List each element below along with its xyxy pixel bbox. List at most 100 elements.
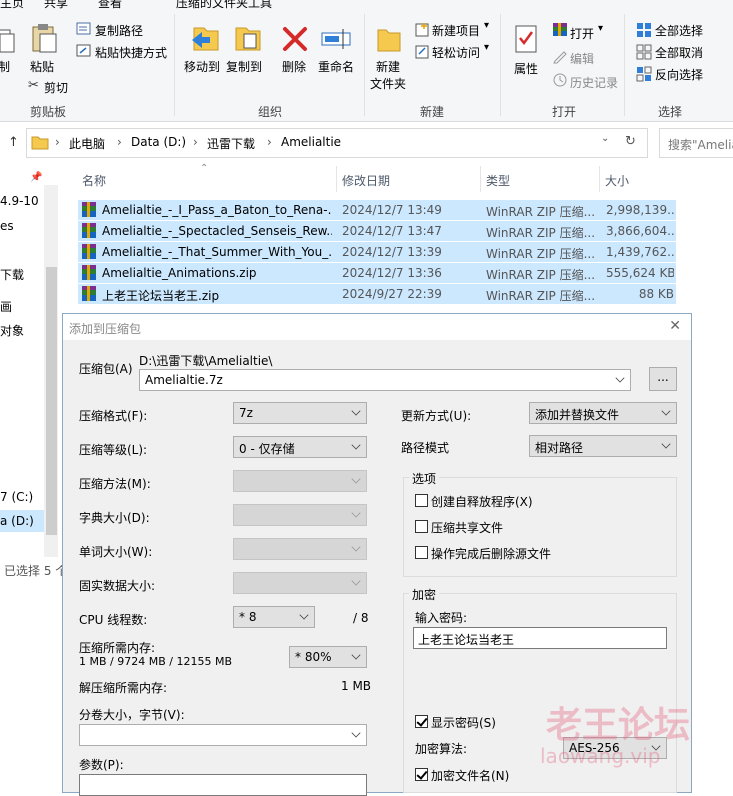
- new-folder-button-line1[interactable]: 新建: [376, 58, 400, 75]
- paste-shortcut-button[interactable]: 粘贴快捷方式: [95, 44, 167, 61]
- show-password-checkbox[interactable]: [415, 715, 428, 728]
- new-folder-icon[interactable]: [376, 24, 402, 54]
- delete-button[interactable]: 删除: [282, 58, 306, 75]
- rename-icon[interactable]: [320, 26, 352, 50]
- nav-item-3d-objects[interactable]: 对象: [0, 322, 24, 339]
- file-row[interactable]: 上老王论坛当老王.zip 2024/9/27 22:39 WinRAR ZIP …: [78, 284, 676, 304]
- history-button[interactable]: 历史记录: [570, 74, 618, 91]
- tab-view[interactable]: 查看: [98, 0, 122, 11]
- memory-percent-combo[interactable]: * 80%: [289, 646, 367, 668]
- file-row[interactable]: Amelialtie_-_I_Pass_a_Baton_to_Rena-... …: [78, 200, 676, 220]
- nav-item-folder-2[interactable]: es: [0, 219, 14, 233]
- column-divider[interactable]: [599, 166, 600, 192]
- select-all-button[interactable]: 全部选择: [655, 22, 703, 39]
- breadcrumb-thunder-downloads[interactable]: 迅雷下载: [207, 135, 255, 152]
- column-header-name[interactable]: 名称: [82, 172, 106, 189]
- edit-button[interactable]: 编辑: [570, 50, 594, 67]
- tab-compressed-tools[interactable]: 压缩的文件夹工具: [176, 0, 272, 11]
- cut-button[interactable]: 剪切: [44, 79, 68, 96]
- copy-to-button[interactable]: 复制到: [226, 58, 262, 75]
- nav-scrollbar-thumb[interactable]: [46, 267, 57, 535]
- sfx-checkbox[interactable]: [415, 494, 428, 507]
- column-header-size[interactable]: 大小: [605, 172, 629, 189]
- properties-button[interactable]: 属性: [514, 60, 538, 77]
- easy-access-dropdown-icon[interactable]: ▾: [484, 42, 489, 53]
- open-dropdown-icon[interactable]: ▾: [598, 23, 603, 34]
- encrypt-names-checkbox[interactable]: [415, 768, 428, 781]
- paste-icon[interactable]: [30, 22, 58, 54]
- delete-icon[interactable]: [282, 26, 308, 52]
- tab-home[interactable]: 主页: [0, 0, 24, 11]
- column-divider[interactable]: [480, 166, 481, 192]
- level-combo[interactable]: 0 - 仅存储: [233, 436, 367, 458]
- close-icon[interactable]: ✕: [669, 318, 681, 334]
- breadcrumb-this-pc[interactable]: 此电脑: [69, 135, 105, 152]
- breadcrumb-amelialtie[interactable]: Amelialtie: [281, 135, 341, 149]
- new-item-dropdown-icon[interactable]: ▾: [484, 20, 489, 31]
- archive-name-combo[interactable]: Amelialtie.7z: [139, 369, 631, 391]
- column-divider[interactable]: [336, 166, 337, 192]
- up-arrow-icon[interactable]: ↑: [8, 135, 19, 150]
- rename-button[interactable]: 重命名: [318, 58, 354, 75]
- pin-icon[interactable]: 📌: [30, 172, 42, 183]
- refresh-icon[interactable]: ↻: [625, 134, 636, 149]
- shared-files-checkbox[interactable]: [415, 520, 428, 533]
- sfx-label[interactable]: 创建自释放程序(X): [431, 493, 533, 510]
- select-none-button[interactable]: 全部取消: [655, 44, 703, 61]
- address-bar[interactable]: › 此电脑 › Data (D:) › 迅雷下载 › Amelialtie ⌄ …: [26, 128, 648, 158]
- cpu-threads-combo[interactable]: * 8: [233, 606, 315, 628]
- move-to-button[interactable]: 移动到: [184, 58, 220, 75]
- easy-access-button[interactable]: 轻松访问: [432, 44, 480, 61]
- paste-shortcut-icon[interactable]: [76, 44, 92, 58]
- show-password-label[interactable]: 显示密码(S): [431, 714, 496, 731]
- new-item-icon[interactable]: [414, 22, 430, 37]
- format-combo[interactable]: 7z: [233, 402, 367, 424]
- update-mode-combo[interactable]: 添加并替换文件: [529, 402, 677, 424]
- file-row[interactable]: Amelialtie_-_Spectacled_Senseis_Rew... 2…: [78, 221, 676, 241]
- copy-icon[interactable]: [0, 28, 16, 54]
- select-all-icon[interactable]: [636, 22, 652, 38]
- scissors-icon[interactable]: ✂: [28, 78, 39, 93]
- select-none-icon[interactable]: [636, 44, 652, 60]
- edit-icon[interactable]: [552, 48, 568, 64]
- encryption-method-combo[interactable]: AES-256: [563, 737, 667, 759]
- browse-button[interactable]: ...: [649, 367, 677, 391]
- search-input[interactable]: 搜索"Amelialtie": [659, 128, 733, 158]
- nav-item-folder-1[interactable]: 4.9-10: [0, 194, 39, 208]
- delete-after-label[interactable]: 操作完成后删除源文件: [431, 545, 551, 562]
- breadcrumb-drive-d[interactable]: Data (D:): [131, 135, 186, 149]
- tab-share[interactable]: 共享: [44, 0, 68, 11]
- column-header-modified[interactable]: 修改日期: [342, 172, 390, 189]
- delete-after-checkbox[interactable]: [415, 546, 428, 559]
- copy-to-icon[interactable]: [232, 22, 262, 54]
- invert-selection-button[interactable]: 反向选择: [655, 66, 703, 83]
- nav-item-pictures[interactable]: 画: [0, 298, 12, 315]
- new-item-button[interactable]: 新建项目: [432, 22, 480, 39]
- properties-icon[interactable]: [514, 24, 538, 54]
- nav-item-drive-d[interactable]: a (D:): [0, 514, 34, 528]
- easy-access-icon[interactable]: [414, 44, 430, 59]
- copy-button-label[interactable]: 制: [0, 58, 10, 75]
- column-header-type[interactable]: 类型: [486, 172, 510, 189]
- split-size-combo[interactable]: [79, 724, 367, 746]
- history-icon[interactable]: [552, 72, 568, 88]
- dialog-title-bar[interactable]: 添加到压缩包 ✕: [63, 314, 691, 340]
- nav-item-downloads[interactable]: 下载: [0, 266, 24, 283]
- shared-files-label[interactable]: 压缩共享文件: [431, 519, 503, 536]
- open-button[interactable]: 打开: [570, 25, 594, 42]
- file-row[interactable]: Amelialtie_Animations.zip 2024/12/7 13:3…: [78, 263, 676, 283]
- new-folder-button-line2[interactable]: 文件夹: [370, 75, 406, 92]
- copy-path-icon[interactable]: [76, 22, 92, 36]
- invert-selection-icon[interactable]: [636, 66, 652, 82]
- winrar-icon[interactable]: [552, 22, 568, 38]
- move-to-icon[interactable]: [190, 22, 220, 54]
- paste-button[interactable]: 粘贴: [30, 58, 54, 75]
- parameters-input[interactable]: [79, 774, 367, 796]
- encrypt-names-label[interactable]: 加密文件名(N): [431, 767, 509, 784]
- copy-path-button[interactable]: 复制路径: [95, 22, 143, 39]
- path-mode-combo[interactable]: 相对路径: [529, 435, 677, 457]
- address-history-dropdown-icon[interactable]: ⌄: [601, 133, 609, 144]
- password-input[interactable]: 上老王论坛当老王: [413, 627, 667, 649]
- nav-item-drive-c[interactable]: 7 (C:): [0, 490, 33, 504]
- file-row[interactable]: Amelialtie_-_That_Summer_With_You_... 20…: [78, 242, 676, 262]
